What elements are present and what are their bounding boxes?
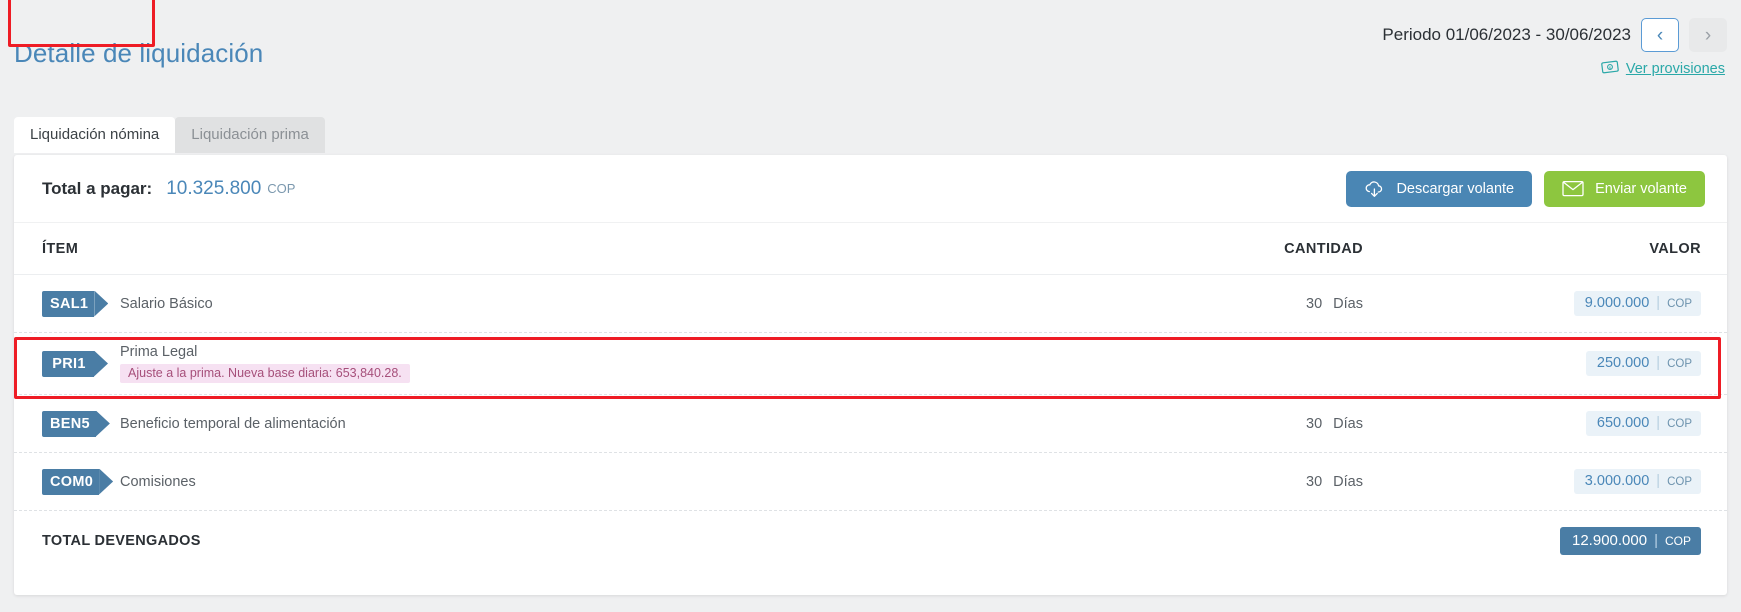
item-cell: Salario Básico bbox=[120, 296, 1101, 312]
chevron-left-icon: ‹ bbox=[1656, 24, 1664, 46]
total-devengados-currency: COP bbox=[1664, 534, 1691, 548]
enviar-volante-button[interactable]: Enviar volante bbox=[1544, 170, 1705, 207]
enviar-volante-label: Enviar volante bbox=[1595, 180, 1687, 197]
table-row[interactable]: SAL1 Salario Básico 30 Días 9.000.000 | … bbox=[14, 275, 1727, 333]
value-amount: 650.000 bbox=[1596, 415, 1650, 431]
item-code-badge: SAL1 bbox=[42, 290, 95, 317]
item-cell: Comisiones bbox=[120, 474, 1101, 490]
value-pill: 9.000.000 | COP bbox=[1573, 291, 1701, 316]
total-devengados-label: TOTAL DEVENGADOS bbox=[42, 533, 201, 549]
item-code-badge-wrap: SAL1 bbox=[42, 290, 120, 317]
column-header-item: ÍTEM bbox=[42, 240, 79, 257]
tab-liquidacion-nomina-label: Liquidación nómina bbox=[30, 126, 160, 143]
total-a-pagar-label: Total a pagar: bbox=[42, 178, 153, 198]
quantity-unit: Días bbox=[1333, 415, 1363, 432]
page-title: Detalle de liquidación bbox=[14, 38, 264, 68]
app-page: Detalle de liquidación Periodo 01/06/202… bbox=[0, 0, 1741, 612]
value-pill: 650.000 | COP bbox=[1585, 411, 1701, 436]
value-currency: COP bbox=[1667, 358, 1692, 370]
value-currency: COP bbox=[1667, 476, 1692, 488]
envelope-icon bbox=[1562, 180, 1584, 197]
liquidacion-card: Total a pagar: 10.325.800 COP Descargar … bbox=[14, 155, 1727, 595]
ver-provisiones-link[interactable]: $ Ver provisiones bbox=[1601, 60, 1725, 78]
item-code-badge-wrap: PRI1 bbox=[42, 350, 120, 377]
item-code-badge-wrap: BEN5 bbox=[42, 410, 120, 437]
value-amount: 250.000 bbox=[1596, 355, 1650, 371]
quantity-cell bbox=[1101, 356, 1401, 372]
item-code-badge: BEN5 bbox=[42, 410, 96, 437]
value-cell: 650.000 | COP bbox=[1401, 411, 1701, 436]
quantity-cell: 30 Días bbox=[1101, 416, 1401, 432]
previous-period-button[interactable]: ‹ bbox=[1641, 18, 1679, 52]
value-pill: 250.000 | COP bbox=[1585, 351, 1701, 376]
value-amount: 9.000.000 bbox=[1584, 295, 1650, 311]
total-a-pagar-currency: COP bbox=[267, 181, 296, 196]
quantity-value: 30 bbox=[1306, 415, 1323, 432]
total-devengados-amount: 12.900.000 bbox=[1572, 532, 1648, 549]
value-separator: | bbox=[1656, 415, 1661, 431]
item-code-badge-wrap: COM0 bbox=[42, 468, 120, 495]
page-header: Detalle de liquidación Periodo 01/06/202… bbox=[0, 0, 1741, 110]
tab-liquidacion-prima-label: Liquidación prima bbox=[191, 126, 309, 143]
value-cell: 9.000.000 | COP bbox=[1401, 291, 1701, 316]
table-row[interactable]: PRI1 Prima Legal Ajuste a la prima. Nuev… bbox=[14, 333, 1727, 395]
period-label: Periodo 01/06/2023 - 30/06/2023 bbox=[1382, 25, 1631, 44]
tab-liquidacion-prima[interactable]: Liquidación prima bbox=[175, 117, 325, 153]
table-row[interactable]: BEN5 Beneficio temporal de alimentación … bbox=[14, 395, 1727, 453]
tab-liquidacion-nomina[interactable]: Liquidación nómina bbox=[14, 117, 176, 153]
item-cell: Beneficio temporal de alimentación bbox=[120, 416, 1101, 432]
value-pill: 3.000.000 | COP bbox=[1573, 469, 1701, 494]
item-code-badge: PRI1 bbox=[42, 350, 94, 377]
value-cell: 3.000.000 | COP bbox=[1401, 469, 1701, 494]
descargar-volante-label: Descargar volante bbox=[1396, 180, 1515, 197]
value-amount: 3.000.000 bbox=[1584, 473, 1650, 489]
value-currency: COP bbox=[1667, 418, 1692, 430]
item-note-badge: Ajuste a la prima. Nueva base diaria: 65… bbox=[120, 364, 410, 383]
item-name: Salario Básico bbox=[120, 295, 213, 312]
value-currency: COP bbox=[1667, 298, 1692, 310]
descargar-volante-button[interactable]: Descargar volante bbox=[1346, 170, 1533, 207]
tab-bar: Liquidación nómina Liquidación prima bbox=[14, 117, 325, 153]
period-navigator: Periodo 01/06/2023 - 30/06/2023 ‹ › bbox=[1382, 18, 1727, 52]
quantity-unit: Días bbox=[1333, 473, 1363, 490]
table-header: ÍTEM CANTIDAD VALOR bbox=[14, 223, 1727, 275]
column-header-cantidad: CANTIDAD bbox=[1284, 240, 1363, 257]
total-bar: Total a pagar: 10.325.800 COP Descargar … bbox=[14, 155, 1727, 223]
total-a-pagar-value: 10.325.800 bbox=[166, 177, 262, 199]
total-devengados-value-cell: 12.900.000 | COP bbox=[1401, 527, 1701, 555]
item-name: Prima Legal bbox=[120, 344, 198, 360]
table-row[interactable]: COM0 Comisiones 30 Días 3.000.000 | COP bbox=[14, 453, 1727, 511]
item-cell: Prima Legal Ajuste a la prima. Nueva bas… bbox=[120, 344, 1101, 383]
value-separator: | bbox=[1654, 532, 1658, 549]
item-name: Beneficio temporal de alimentación bbox=[120, 415, 346, 432]
quantity-value: 30 bbox=[1306, 473, 1323, 490]
cloud-download-icon bbox=[1364, 180, 1385, 198]
quantity-cell: 30 Días bbox=[1101, 296, 1401, 312]
next-period-button[interactable]: › bbox=[1689, 18, 1727, 52]
column-header-valor: VALOR bbox=[1649, 240, 1701, 257]
value-separator: | bbox=[1656, 295, 1661, 311]
quantity-unit: Días bbox=[1333, 295, 1363, 312]
total-devengados-row: TOTAL DEVENGADOS 12.900.000 | COP bbox=[14, 511, 1727, 571]
quantity-cell: 30 Días bbox=[1101, 474, 1401, 490]
banknote-icon: $ bbox=[1601, 60, 1619, 78]
ver-provisiones-label: Ver provisiones bbox=[1625, 61, 1725, 77]
chevron-right-icon: › bbox=[1704, 24, 1712, 46]
item-code-badge: COM0 bbox=[42, 468, 100, 495]
value-cell: 250.000 | COP bbox=[1401, 351, 1701, 376]
value-separator: | bbox=[1656, 473, 1661, 489]
item-name: Comisiones bbox=[120, 473, 196, 490]
quantity-value: 30 bbox=[1306, 295, 1323, 312]
value-separator: | bbox=[1656, 355, 1661, 371]
total-devengados-pill: 12.900.000 | COP bbox=[1560, 527, 1701, 555]
